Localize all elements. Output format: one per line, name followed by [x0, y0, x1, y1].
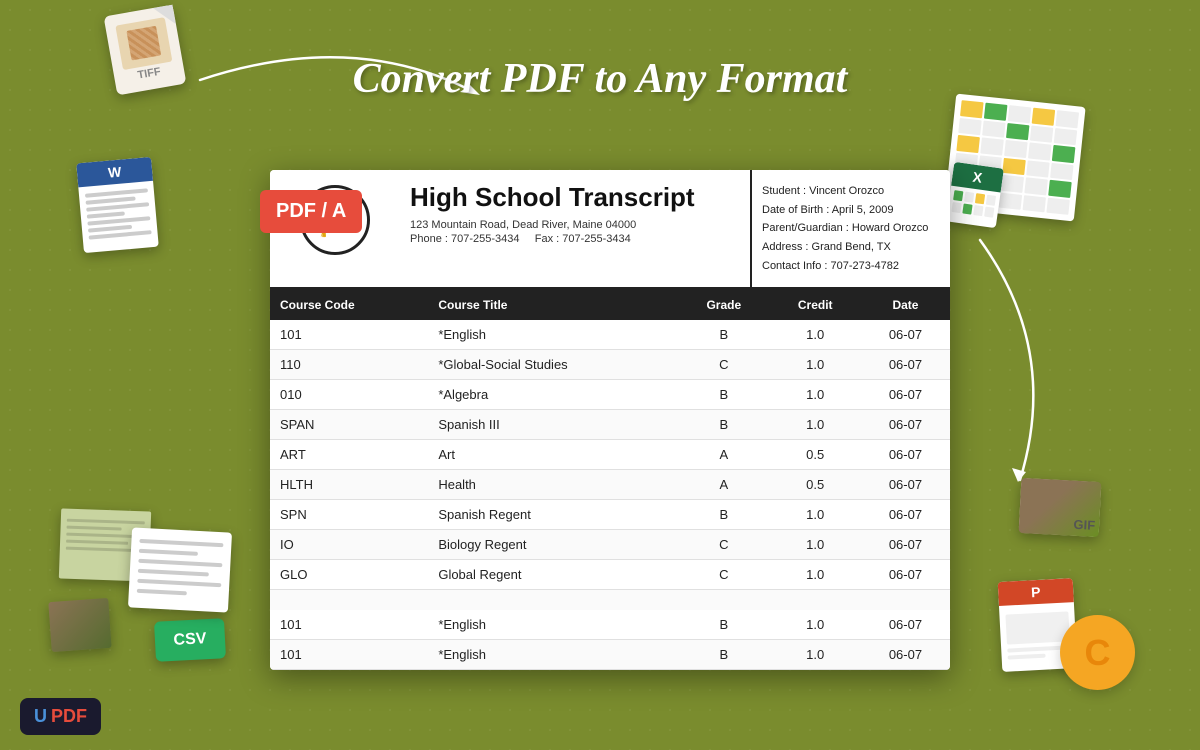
- table-row: SPAN Spanish III B 1.0 06-07: [270, 410, 950, 440]
- tiff-icon: TIFF: [104, 5, 187, 96]
- updf-branding: UPDF: [20, 698, 101, 735]
- col-header-title: Course Title: [428, 290, 678, 320]
- cell-credit: 1.0: [770, 410, 861, 440]
- cell-grade: C: [678, 560, 769, 590]
- cell-credit: 1.0: [770, 530, 861, 560]
- student-info: Student : Vincent Orozco Date of Birth :…: [750, 170, 950, 287]
- cell-title: Spanish Regent: [428, 500, 678, 530]
- cell-grade: B: [678, 380, 769, 410]
- cell-grade: B: [678, 500, 769, 530]
- address-row: Address : Grand Bend, TX: [762, 238, 940, 257]
- contact-row: Contact Info : 707-273-4782: [762, 257, 940, 276]
- cell-date: 06-07: [861, 410, 950, 440]
- c-icon: C: [1060, 615, 1135, 690]
- table-row: 101 *English B 1.0 06-07: [270, 610, 950, 640]
- dob-row: Date of Birth : April 5, 2009: [762, 201, 940, 220]
- cell-grade: C: [678, 530, 769, 560]
- table-row: IO Biology Regent C 1.0 06-07: [270, 530, 950, 560]
- gap-row: [270, 590, 950, 610]
- table-row: GLO Global Regent C 1.0 06-07: [270, 560, 950, 590]
- cell-code: HLTH: [270, 470, 428, 500]
- school-address: 123 Mountain Road, Dead River, Maine 040…: [410, 219, 740, 231]
- cell-code: 101: [270, 610, 428, 640]
- table-row: SPN Spanish Regent B 1.0 06-07: [270, 500, 950, 530]
- photo-thumbnail: [48, 598, 111, 652]
- cell-credit: 0.5: [770, 470, 861, 500]
- document-container: 🎓 High School Transcript 123 Mountain Ro…: [270, 170, 950, 670]
- cell-title: *English: [428, 610, 678, 640]
- word-doc-icon: W: [76, 157, 159, 253]
- cell-title: Health: [428, 470, 678, 500]
- cell-credit: 1.0: [770, 500, 861, 530]
- cell-title: *Global-Social Studies: [428, 350, 678, 380]
- table-header-row: Course Code Course Title Grade Credit Da…: [270, 290, 950, 320]
- cell-credit: 1.0: [770, 350, 861, 380]
- cell-credit: 1.0: [770, 610, 861, 640]
- table-row: ART Art A 0.5 06-07: [270, 440, 950, 470]
- cell-code: ART: [270, 440, 428, 470]
- updf-pdf: PDF: [51, 706, 87, 727]
- cell-date: 06-07: [861, 500, 950, 530]
- cell-code: SPN: [270, 500, 428, 530]
- cell-credit: 1.0: [770, 560, 861, 590]
- cell-date: 06-07: [861, 380, 950, 410]
- cell-date: 06-07: [861, 320, 950, 350]
- cell-grade: B: [678, 410, 769, 440]
- table-row: 101 *English B 1.0 06-07: [270, 639, 950, 669]
- csv-icon: CSV: [154, 618, 226, 662]
- cell-code: 110: [270, 350, 428, 380]
- cell-title: *Algebra: [428, 380, 678, 410]
- col-header-code: Course Code: [270, 290, 428, 320]
- cell-grade: B: [678, 320, 769, 350]
- cell-code: 010: [270, 380, 428, 410]
- cell-date: 06-07: [861, 610, 950, 640]
- cell-title: *English: [428, 639, 678, 669]
- cell-credit: 1.0: [770, 639, 861, 669]
- cell-code: 101: [270, 320, 428, 350]
- cell-grade: A: [678, 470, 769, 500]
- transcript-table: Course Code Course Title Grade Credit Da…: [270, 290, 950, 670]
- document-header: 🎓 High School Transcript 123 Mountain Ro…: [270, 170, 950, 290]
- cell-date: 06-07: [861, 440, 950, 470]
- cell-credit: 0.5: [770, 440, 861, 470]
- student-name-row: Student : Vincent Orozco: [762, 182, 940, 201]
- cell-date: 06-07: [861, 639, 950, 669]
- document-title: High School Transcript: [410, 182, 740, 213]
- col-header-credit: Credit: [770, 290, 861, 320]
- updf-u: U: [34, 706, 47, 727]
- excel-icon: X: [946, 162, 1004, 228]
- col-header-date: Date: [861, 290, 950, 320]
- title-area: High School Transcript 123 Mountain Road…: [400, 170, 750, 259]
- cell-grade: A: [678, 440, 769, 470]
- cell-code: SPAN: [270, 410, 428, 440]
- cell-code: 101: [270, 639, 428, 669]
- cell-title: Biology Regent: [428, 530, 678, 560]
- cell-title: Art: [428, 440, 678, 470]
- cell-grade: B: [678, 639, 769, 669]
- cell-title: Global Regent: [428, 560, 678, 590]
- cell-date: 06-07: [861, 560, 950, 590]
- cell-grade: C: [678, 350, 769, 380]
- table-row: HLTH Health A 0.5 06-07: [270, 470, 950, 500]
- col-header-grade: Grade: [678, 290, 769, 320]
- table-row: 010 *Algebra B 1.0 06-07: [270, 380, 950, 410]
- cell-date: 06-07: [861, 350, 950, 380]
- gif-icon: GIF: [1019, 478, 1102, 537]
- note-paper-icon: [128, 527, 232, 612]
- cell-title: Spanish III: [428, 410, 678, 440]
- table-row: 101 *English B 1.0 06-07: [270, 320, 950, 350]
- school-contact: Phone : 707-255-3434 Fax : 707-255-3434: [410, 233, 740, 245]
- cell-credit: 1.0: [770, 380, 861, 410]
- pdf-badge: PDF / A: [260, 190, 362, 233]
- cell-date: 06-07: [861, 530, 950, 560]
- table-row: 110 *Global-Social Studies C 1.0 06-07: [270, 350, 950, 380]
- cell-date: 06-07: [861, 470, 950, 500]
- cell-code: IO: [270, 530, 428, 560]
- guardian-row: Parent/Guardian : Howard Orozco: [762, 219, 940, 238]
- cell-code: GLO: [270, 560, 428, 590]
- cell-credit: 1.0: [770, 320, 861, 350]
- cell-grade: B: [678, 610, 769, 640]
- cell-title: *English: [428, 320, 678, 350]
